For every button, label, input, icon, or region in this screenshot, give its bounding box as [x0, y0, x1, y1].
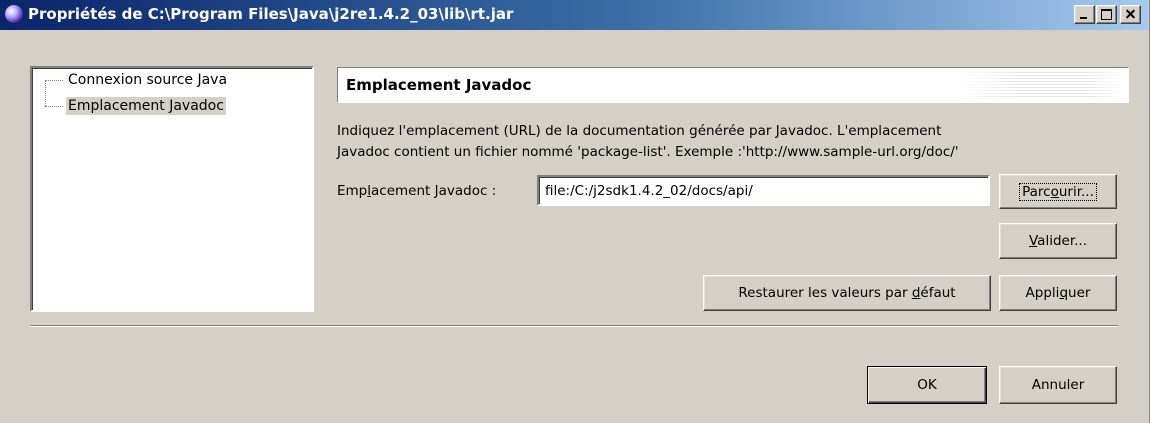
- separator: [30, 325, 1118, 327]
- javadoc-location-input[interactable]: [537, 175, 990, 206]
- minimize-button[interactable]: [1074, 5, 1095, 24]
- tree-connector: [45, 106, 63, 107]
- restore-defaults-button[interactable]: Restaurer les valeurs par défaut: [703, 275, 991, 311]
- maximize-button[interactable]: [1096, 5, 1117, 24]
- properties-dialog: Propriétés de C:\Program Files\Java\j2re…: [0, 0, 1150, 423]
- tree-item-java-source-attachment[interactable]: Connexion source Java: [66, 71, 229, 89]
- page-description: Indiquez l'emplacement (URL) de la docum…: [337, 121, 1137, 163]
- window-title: Propriétés de C:\Program Files\Java\j2re…: [28, 5, 514, 23]
- page-header: Emplacement Javadoc: [337, 67, 1129, 103]
- tree-connector: [45, 80, 46, 106]
- ok-button[interactable]: OK: [867, 366, 987, 404]
- cancel-button[interactable]: Annuler: [999, 366, 1117, 404]
- description-line: Indiquez l'emplacement (URL) de la docum…: [337, 123, 942, 139]
- close-button[interactable]: [1120, 5, 1141, 24]
- header-decoration: [962, 72, 1122, 98]
- eclipse-icon[interactable]: [5, 5, 23, 23]
- tree-item-javadoc-location[interactable]: Emplacement Javadoc: [66, 97, 226, 115]
- javadoc-location-label: Emplacement Javadoc :: [337, 183, 497, 199]
- apply-button[interactable]: Appliquer: [999, 275, 1117, 311]
- browse-button[interactable]: Parcourir...: [999, 174, 1117, 209]
- tree-connector: [45, 80, 63, 81]
- validate-button[interactable]: Valider...: [999, 223, 1117, 259]
- description-line: Javadoc contient un fichier nommé 'packa…: [337, 144, 959, 160]
- property-tree: Connexion source Java Emplacement Javado…: [30, 66, 314, 312]
- page-title: Emplacement Javadoc: [346, 76, 532, 94]
- title-bar[interactable]: Propriétés de C:\Program Files\Java\j2re…: [0, 0, 1148, 30]
